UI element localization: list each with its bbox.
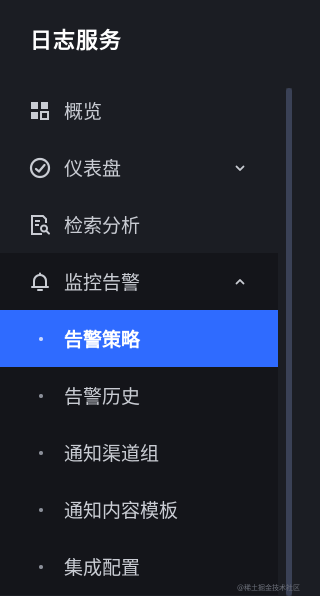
menu-item-monitoring-label: 监控告警 [64, 272, 141, 294]
doc-search-icon [28, 213, 52, 237]
menu-item-dashboard[interactable]: 仪表盘 [0, 139, 278, 196]
nav-menu: 概览 仪表盘 检索分析 监控告警 告警策略 告警历史 通知渠道组 通知内容模板 … [0, 82, 278, 595]
submenu-item-label: 通知渠道组 [64, 443, 160, 465]
scrollbar-thumb[interactable] [286, 88, 292, 596]
sidebar: 日志服务 概览 仪表盘 检索分析 监控告警 告警策略 告警历史 通知渠道组 通知… [0, 0, 304, 596]
menu-item-search-analysis-label: 检索分析 [64, 215, 141, 237]
scrollbar[interactable] [286, 88, 292, 596]
bullet-dot-icon [39, 507, 43, 512]
watermark: @稀土掘金技术社区 [237, 584, 300, 592]
menu-item-overview[interactable]: 概览 [0, 82, 278, 139]
menu-item-search-analysis[interactable]: 检索分析 [0, 196, 278, 253]
menu-item-dashboard-label: 仪表盘 [64, 158, 122, 180]
bullet-dot-icon [39, 393, 43, 398]
gauge-icon [28, 156, 52, 180]
submenu-item-label: 告警策略 [64, 329, 141, 351]
menu-item-monitoring[interactable]: 监控告警 [0, 253, 278, 310]
submenu-item-label: 通知内容模板 [64, 500, 179, 522]
submenu-item-label: 告警历史 [64, 386, 141, 408]
bullet-dot-icon [39, 450, 43, 455]
submenu-item-alert-history[interactable]: 告警历史 [0, 367, 278, 424]
submenu-item-notification-template[interactable]: 通知内容模板 [0, 481, 278, 538]
menu-item-overview-label: 概览 [64, 101, 103, 123]
submenu-item-alert-policy[interactable]: 告警策略 [0, 310, 278, 367]
chevron-down-icon[interactable] [232, 160, 248, 176]
chevron-up-icon[interactable] [232, 274, 248, 290]
bell-icon [28, 270, 52, 294]
grid-icon [28, 99, 52, 123]
app-title: 日志服务 [30, 29, 123, 54]
submenu-item-notification-channel-group[interactable]: 通知渠道组 [0, 424, 278, 481]
submenu-item-label: 集成配置 [64, 557, 141, 579]
bullet-dot-icon [39, 564, 43, 569]
bullet-dot-icon [39, 336, 43, 341]
